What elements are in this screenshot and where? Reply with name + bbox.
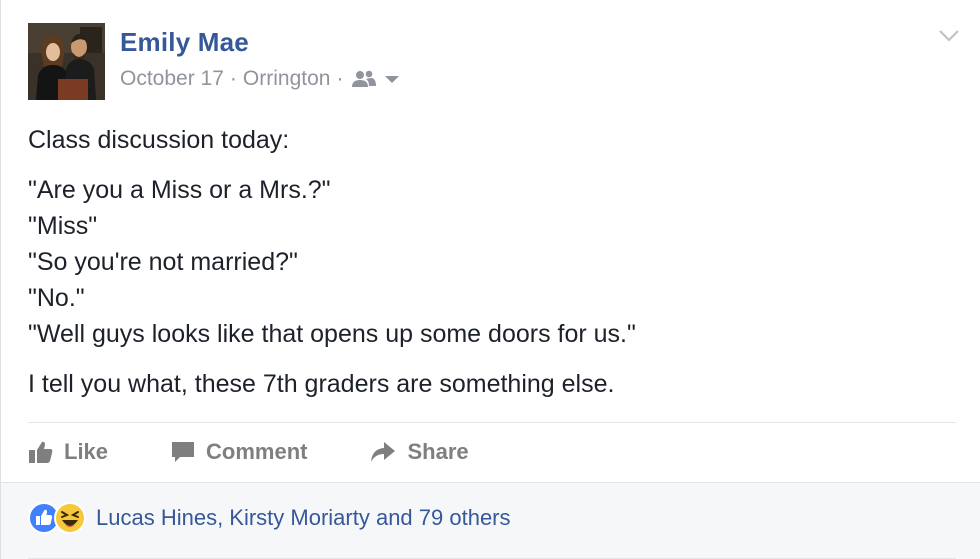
- post-meta: October 17 · Orrington ·: [120, 67, 401, 91]
- meta-separator: ·: [229, 67, 237, 90]
- post-body: Class discussion today: "Are you a Miss …: [28, 122, 948, 402]
- friends-icon: [352, 70, 377, 87]
- post-options-button[interactable]: [938, 28, 960, 44]
- comment-label: Comment: [206, 439, 308, 464]
- thumbs-up-icon: [29, 441, 53, 463]
- dialogue-line: "So you're not married?": [28, 248, 298, 276]
- post-date[interactable]: October 17: [120, 67, 224, 91]
- meta-separator: ·: [336, 67, 344, 90]
- comment-button[interactable]: Comment: [170, 439, 307, 465]
- author-avatar[interactable]: [28, 23, 105, 100]
- post-intro: Class discussion today:: [28, 126, 290, 154]
- post-actions: Like Comment Share: [28, 433, 531, 471]
- reaction-icons: [28, 502, 92, 534]
- reactions-summary[interactable]: Lucas Hines, Kirsty Moriarty and 79 othe…: [28, 502, 511, 534]
- dialogue-line: "Well guys looks like that opens up some…: [28, 320, 636, 348]
- avatar-photo: [28, 23, 105, 100]
- post-card: Emily Mae October 17 · Orrington · Class…: [0, 0, 980, 559]
- reactions-text[interactable]: Lucas Hines, Kirsty Moriarty and 79 othe…: [96, 505, 511, 531]
- author-name[interactable]: Emily Mae: [120, 27, 249, 58]
- chevron-down-icon: [939, 30, 959, 42]
- like-button[interactable]: Like: [28, 439, 108, 465]
- dialogue-line: "Are you a Miss or a Mrs.?": [28, 176, 331, 204]
- post-closing: I tell you what, these 7th graders are s…: [28, 370, 615, 398]
- audience-selector[interactable]: [351, 69, 401, 89]
- dialogue-line: "Miss": [28, 212, 98, 240]
- share-icon: [371, 442, 396, 462]
- haha-reaction-icon: [54, 502, 86, 534]
- dialogue-line: "No.": [28, 284, 85, 312]
- like-label: Like: [64, 439, 109, 464]
- chevron-down-icon: [385, 76, 400, 83]
- comment-icon: [172, 442, 195, 462]
- share-label: Share: [407, 439, 469, 464]
- post-location[interactable]: Orrington: [243, 67, 331, 91]
- divider: [28, 422, 956, 423]
- share-button[interactable]: Share: [369, 439, 469, 465]
